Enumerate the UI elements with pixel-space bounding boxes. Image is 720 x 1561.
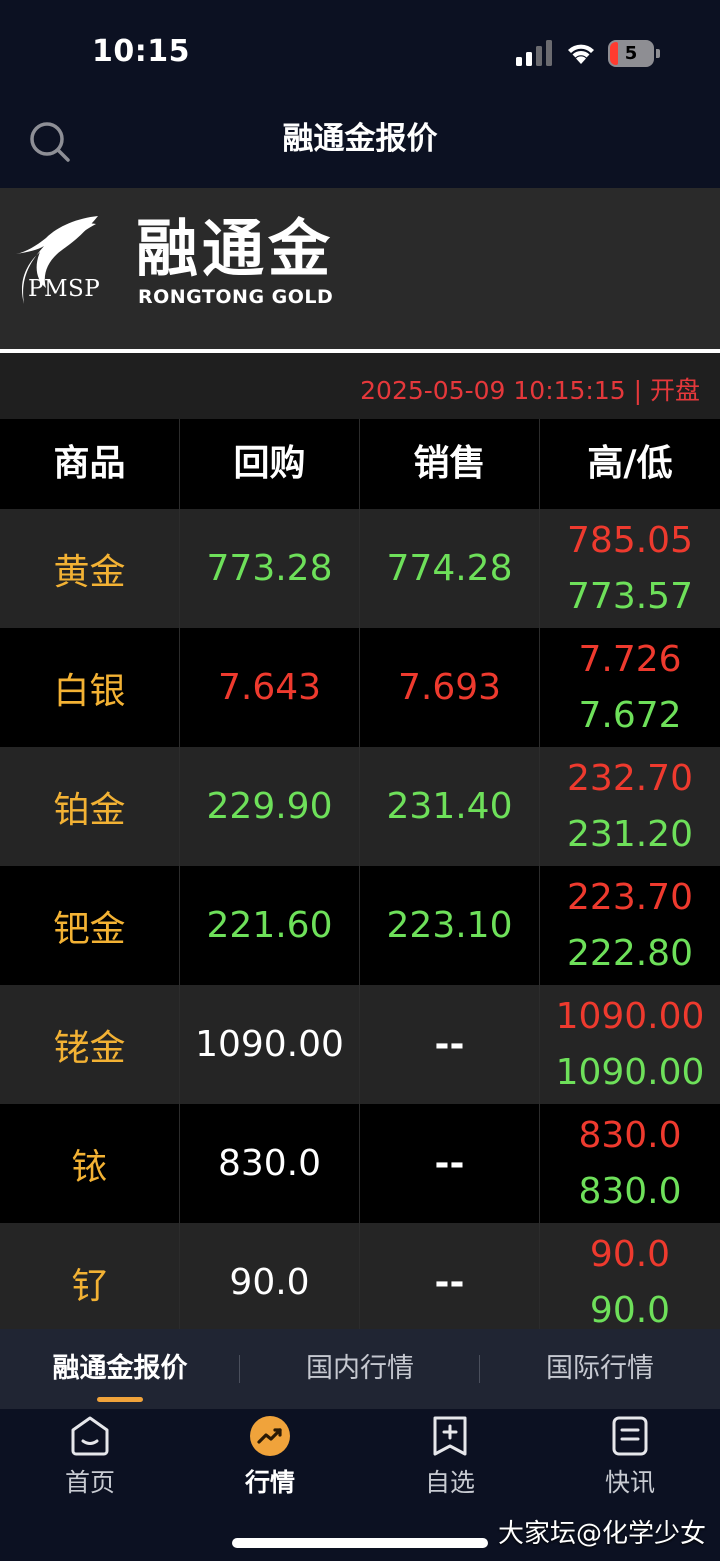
add-watchlist-icon	[433, 1416, 467, 1456]
table-row[interactable]: 钌 90.0 -- 90.0 90.0	[0, 1223, 720, 1329]
commodity-name: 铂金	[0, 747, 180, 866]
tab-label: 国际行情	[546, 1353, 654, 1384]
low-price: 773.57	[567, 575, 693, 617]
commodity-name: 铑金	[0, 985, 180, 1104]
low-price: 830.0	[578, 1170, 682, 1212]
logo-english-text: RONGTONG GOLD	[138, 286, 334, 308]
table-body: 黄金 773.28 774.28 785.05 773.57 白银 7.643 …	[0, 509, 720, 1329]
sell-price: 7.693	[360, 628, 540, 747]
header-buyback: 回购	[180, 419, 360, 509]
home-indicator[interactable]	[232, 1538, 488, 1548]
quote-source-tabs: 融通金报价 国内行情 国际行情	[0, 1329, 720, 1409]
buyback-price: 229.90	[180, 747, 360, 866]
buyback-price: 1090.00	[180, 985, 360, 1104]
low-price: 7.672	[578, 694, 682, 736]
header-high-low: 高/低	[587, 443, 673, 484]
sell-price: 223.10	[360, 866, 540, 985]
high-low: 7.726 7.672	[540, 628, 720, 747]
high-price: 1090.00	[555, 995, 705, 1037]
status-time: 10:15	[92, 34, 190, 69]
tab-news[interactable]: 快讯	[540, 1409, 720, 1519]
price-table: 商品 回购 销售 高/低 黄金 773.28 774.28 785.05 773…	[0, 419, 720, 1329]
sell-price: --	[360, 1104, 540, 1223]
table-header: 商品 回购 销售 高/低	[0, 419, 720, 509]
commodity-name: 铱	[0, 1104, 180, 1223]
search-icon[interactable]	[28, 120, 72, 164]
low-price: 90.0	[589, 1289, 671, 1330]
table-row[interactable]: 黄金 773.28 774.28 785.05 773.57	[0, 509, 720, 628]
tab-label: 融通金报价	[52, 1353, 188, 1384]
battery-level: 5	[624, 43, 638, 64]
tab-label: 行情	[244, 1468, 295, 1497]
sell-price: --	[360, 1223, 540, 1329]
commodity-name: 钯金	[0, 866, 180, 985]
high-price: 90.0	[589, 1233, 671, 1275]
low-price: 231.20	[567, 813, 693, 855]
update-timestamp: 2025-05-09 10:15:15 | 开盘	[360, 376, 700, 405]
high-low: 1090.00 1090.00	[540, 985, 720, 1104]
buyback-price: 221.60	[180, 866, 360, 985]
active-tab-indicator	[97, 1397, 143, 1402]
high-low: 785.05 773.57	[540, 509, 720, 628]
cellular-signal-icon	[516, 40, 552, 66]
tab-home[interactable]: 首页	[0, 1409, 180, 1519]
high-price: 232.70	[567, 757, 693, 799]
tab-watchlist[interactable]: 自选	[360, 1409, 540, 1519]
home-icon	[71, 1416, 109, 1456]
commodity-name: 白银	[0, 628, 180, 747]
low-price: 222.80	[567, 932, 693, 974]
page-title: 融通金报价	[282, 121, 438, 157]
nav-bar: 融通金报价	[0, 100, 720, 188]
tab-international-market[interactable]: 国际行情	[480, 1329, 720, 1409]
tab-label: 首页	[64, 1468, 115, 1497]
high-low: 90.0 90.0	[540, 1223, 720, 1330]
brand-logo: PMSP 融通金 RONGTONG GOLD	[8, 210, 348, 320]
sell-price: --	[360, 985, 540, 1104]
tab-label: 自选	[424, 1468, 475, 1497]
watermark-text: 大家坛@化学少女	[497, 1519, 706, 1549]
buyback-price: 90.0	[180, 1223, 360, 1329]
tab-label: 快讯	[604, 1468, 655, 1497]
header-commodity: 商品	[0, 419, 180, 509]
tab-domestic-market[interactable]: 国内行情	[240, 1329, 480, 1409]
table-row[interactable]: 铂金 229.90 231.40 232.70 231.20	[0, 747, 720, 866]
battery-cap	[656, 49, 660, 58]
low-price: 1090.00	[555, 1051, 705, 1093]
table-row[interactable]: 白银 7.643 7.693 7.726 7.672	[0, 628, 720, 747]
high-price: 785.05	[567, 519, 693, 561]
trend-icon	[250, 1416, 290, 1456]
battery-indicator: 5	[608, 40, 660, 67]
commodity-name: 黄金	[0, 509, 180, 628]
tab-rongtong-quote[interactable]: 融通金报价	[0, 1329, 240, 1409]
high-price: 7.726	[578, 638, 682, 680]
high-price: 223.70	[567, 876, 693, 918]
buyback-price: 830.0	[180, 1104, 360, 1223]
app-screen: 10:15 5 融通金报价 PMSP 融通金 RONGTONG GOLD 202…	[0, 0, 720, 1561]
logo-chinese-text: 融通金	[136, 212, 335, 285]
status-bar: 10:15 5	[0, 0, 720, 100]
table-row[interactable]: 铑金 1090.00 -- 1090.00 1090.00	[0, 985, 720, 1104]
commodity-name: 钌	[0, 1223, 180, 1329]
high-low: 830.0 830.0	[540, 1104, 720, 1223]
buyback-price: 7.643	[180, 628, 360, 747]
update-bar: 2025-05-09 10:15:15 | 开盘	[0, 353, 720, 419]
sell-price: 774.28	[360, 509, 540, 628]
table-row[interactable]: 钯金 221.60 223.10 223.70 222.80	[0, 866, 720, 985]
high-low: 232.70 231.20	[540, 747, 720, 866]
high-low: 223.70 222.80	[540, 866, 720, 985]
buyback-price: 773.28	[180, 509, 360, 628]
header-sell: 销售	[360, 419, 540, 509]
table-row[interactable]: 铱 830.0 -- 830.0 830.0	[0, 1104, 720, 1223]
high-price: 830.0	[578, 1114, 682, 1156]
news-icon	[612, 1416, 648, 1456]
logo-pmsp-text: PMSP	[28, 276, 101, 302]
sell-price: 231.40	[360, 747, 540, 866]
tab-label: 国内行情	[306, 1353, 414, 1384]
wifi-icon	[568, 44, 594, 64]
tab-market[interactable]: 行情	[180, 1409, 360, 1519]
